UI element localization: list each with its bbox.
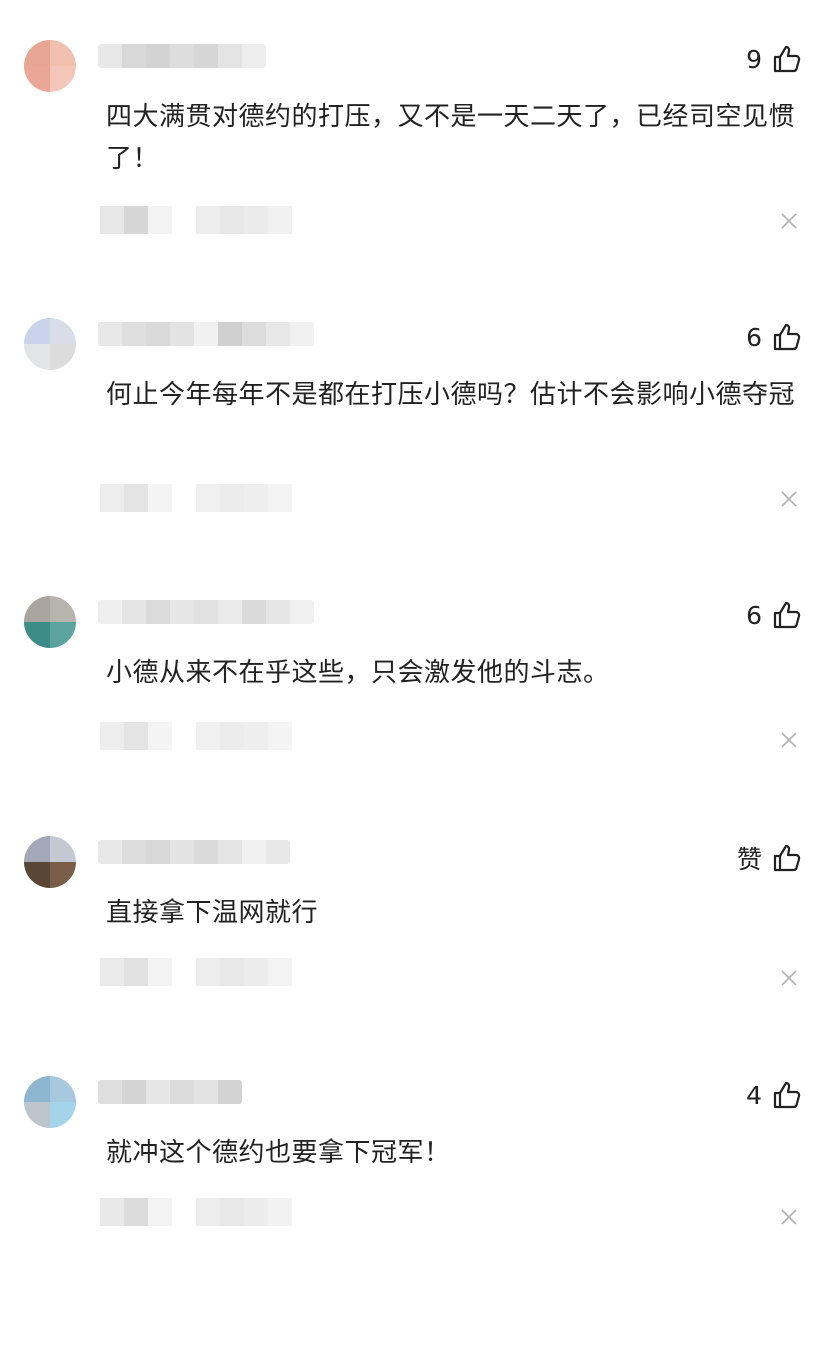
- like-count: 9: [746, 44, 762, 74]
- avatar[interactable]: [24, 40, 76, 92]
- close-icon[interactable]: [780, 731, 798, 749]
- like-button[interactable]: 9: [742, 44, 802, 74]
- thumbs-up-icon: [773, 323, 801, 351]
- meta-blurred: [100, 722, 292, 750]
- meta-blurred: [100, 958, 292, 986]
- like-button[interactable]: 4: [742, 1080, 802, 1110]
- close-icon[interactable]: [780, 1208, 798, 1226]
- comment-item: 4 就冲这个德约也要拿下冠军！: [0, 1076, 840, 1354]
- comment-item: 9 四大满贯对德约的打压，又不是一天二天了，已经司空见惯了！: [0, 40, 840, 318]
- like-count: 6: [746, 600, 762, 630]
- thumbs-up-icon: [773, 45, 801, 73]
- comment-item: 6 何止今年每年不是都在打压小德吗？估计不会影响小德夺冠: [0, 318, 840, 596]
- thumbs-up-icon: [773, 844, 801, 872]
- meta-blurred: [100, 484, 292, 512]
- username-blurred[interactable]: [98, 840, 290, 864]
- meta-blurred: [100, 206, 292, 234]
- meta-blurred: [100, 1198, 292, 1226]
- avatar[interactable]: [24, 836, 76, 888]
- comment-text: 小德从来不在乎这些，只会激发他的斗志。: [106, 658, 610, 688]
- avatar[interactable]: [24, 318, 76, 370]
- comment-item: 赞 直接拿下温网就行: [0, 836, 840, 1114]
- like-count: 6: [746, 322, 762, 352]
- close-icon[interactable]: [780, 490, 798, 508]
- username-blurred[interactable]: [98, 1080, 242, 1104]
- thumbs-up-icon: [773, 601, 801, 629]
- avatar[interactable]: [24, 1076, 76, 1128]
- close-icon[interactable]: [780, 969, 798, 987]
- like-count: 赞: [736, 845, 762, 874]
- comment-item: 6 小德从来不在乎这些，只会激发他的斗志。: [0, 596, 840, 874]
- username-blurred[interactable]: [98, 322, 314, 346]
- close-icon[interactable]: [780, 212, 798, 230]
- like-button[interactable]: 6: [742, 322, 802, 352]
- comment-text: 直接拿下温网就行: [106, 898, 319, 928]
- comment-text: 四大满贯对德约的打压，又不是一天二天了，已经司空见惯了！: [106, 102, 796, 174]
- thumbs-up-icon: [773, 1081, 801, 1109]
- comment-text: 何止今年每年不是都在打压小德吗？估计不会影响小德夺冠: [106, 380, 796, 410]
- comment-text: 就冲这个德约也要拿下冠军！: [106, 1138, 451, 1168]
- like-count: 4: [746, 1080, 762, 1110]
- username-blurred[interactable]: [98, 600, 314, 624]
- like-button[interactable]: 赞: [737, 840, 802, 876]
- avatar[interactable]: [24, 596, 76, 648]
- username-blurred[interactable]: [98, 44, 266, 68]
- like-button[interactable]: 6: [742, 600, 802, 630]
